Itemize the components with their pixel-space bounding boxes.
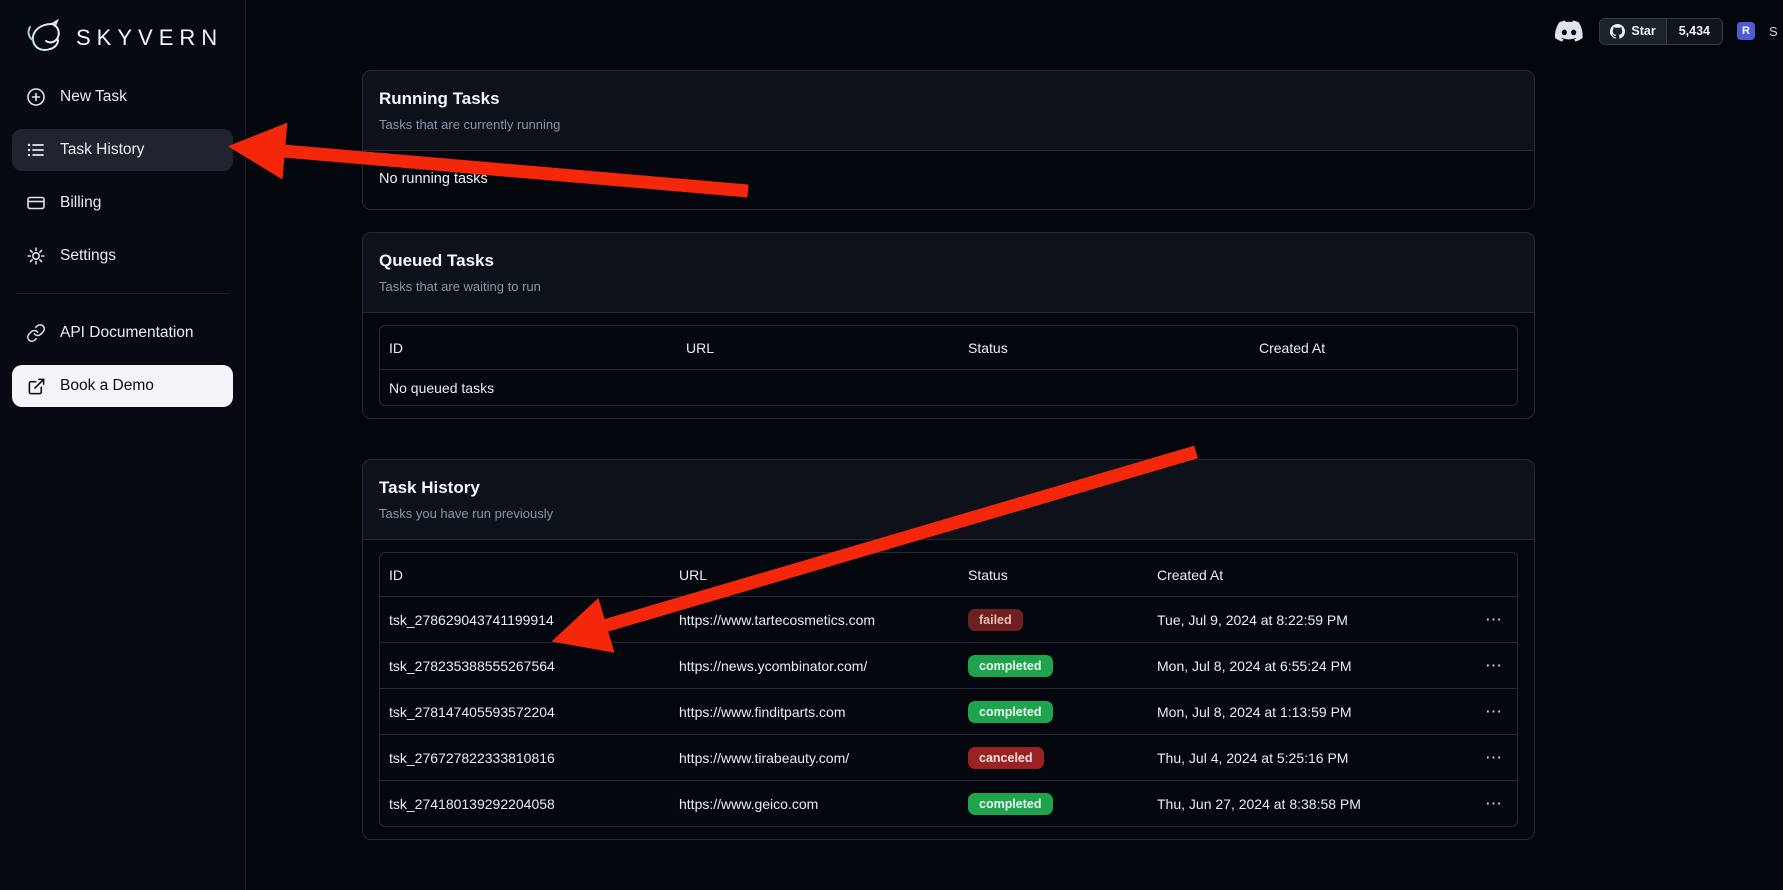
task-history-table: ID URL Status Created At tsk_27862904374… xyxy=(379,552,1518,827)
task-created-at: Mon, Jul 8, 2024 at 1:13:59 PM xyxy=(1148,704,1459,720)
card-subtitle: Tasks you have run previously xyxy=(379,506,1518,521)
sidebar-item-label: API Documentation xyxy=(60,324,194,342)
column-header-url: URL xyxy=(677,340,959,356)
running-tasks-header: Running Tasks Tasks that are currently r… xyxy=(363,71,1534,151)
status-badge: completed xyxy=(968,655,1053,677)
discord-icon[interactable] xyxy=(1555,20,1585,42)
task-created-at: Mon, Jul 8, 2024 at 6:55:24 PM xyxy=(1148,658,1459,674)
task-id: tsk_278147405593572204 xyxy=(380,704,670,720)
github-icon xyxy=(1610,24,1625,39)
gear-icon xyxy=(26,246,46,266)
queued-tasks-card: Queued Tasks Tasks that are waiting to r… xyxy=(362,232,1535,419)
running-tasks-card: Running Tasks Tasks that are currently r… xyxy=(362,70,1535,210)
table-row[interactable]: tsk_278629043741199914 https://www.tarte… xyxy=(380,596,1517,642)
sidebar-item-label: Task History xyxy=(60,141,144,159)
brand-logo: SKYVERN xyxy=(12,12,233,76)
row-actions-button[interactable]: ⋯ xyxy=(1485,657,1503,674)
task-id: tsk_274180139292204058 xyxy=(380,796,670,812)
row-actions-button[interactable]: ⋯ xyxy=(1485,703,1503,720)
sidebar-item-book-a-demo[interactable]: Book a Demo xyxy=(12,365,233,407)
sidebar-item-label: New Task xyxy=(60,88,127,106)
task-url: https://www.geico.com xyxy=(670,796,959,812)
column-header-status: Status xyxy=(959,567,1148,583)
external-link-icon xyxy=(26,376,46,396)
card-title: Queued Tasks xyxy=(379,251,1518,271)
column-header-id: ID xyxy=(380,567,670,583)
queued-tasks-header: Queued Tasks Tasks that are waiting to r… xyxy=(363,233,1534,313)
sidebar-divider xyxy=(16,293,229,294)
card-subtitle: Tasks that are waiting to run xyxy=(379,279,1518,294)
sidebar-item-api-documentation[interactable]: API Documentation xyxy=(12,312,233,354)
status-badge: failed xyxy=(968,609,1023,631)
github-star-label: Star xyxy=(1631,24,1655,38)
column-header-created-at: Created At xyxy=(1250,340,1517,356)
queued-empty-state: No queued tasks xyxy=(380,380,1517,396)
column-header-status: Status xyxy=(959,340,1250,356)
running-tasks-body: No running tasks xyxy=(363,151,1534,209)
app-window: SKYVERN New Task Task History xyxy=(0,0,1783,890)
task-created-at: Thu, Jun 27, 2024 at 8:38:58 PM xyxy=(1148,796,1459,812)
plus-circle-icon xyxy=(26,87,46,107)
task-id: tsk_278629043741199914 xyxy=(380,612,670,628)
queued-tasks-body: ID URL Status Created At No queued tasks xyxy=(363,313,1534,418)
sidebar-item-label: Settings xyxy=(60,247,116,265)
sidebar-item-settings[interactable]: Settings xyxy=(12,235,233,277)
task-url: https://www.tartecosmetics.com xyxy=(670,612,959,628)
user-avatar[interactable]: R xyxy=(1737,22,1755,40)
task-created-at: Thu, Jul 4, 2024 at 5:25:16 PM xyxy=(1148,750,1459,766)
table-header-row: ID URL Status Created At xyxy=(380,326,1517,369)
topbar: Star 5,434 R S xyxy=(246,14,1783,48)
sidebar-item-task-history[interactable]: Task History xyxy=(12,129,233,171)
status-badge: canceled xyxy=(968,747,1044,769)
status-badge: completed xyxy=(968,793,1053,815)
sidebar-item-new-task[interactable]: New Task xyxy=(12,76,233,118)
card-title: Task History xyxy=(379,478,1518,498)
task-url: https://www.tirabeauty.com/ xyxy=(670,750,959,766)
table-row[interactable]: tsk_276727822333810816 https://www.tirab… xyxy=(380,734,1517,780)
task-history-header: Task History Tasks you have run previous… xyxy=(363,460,1534,540)
task-history-body: ID URL Status Created At tsk_27862904374… xyxy=(363,540,1534,839)
list-icon xyxy=(26,140,46,160)
table-row[interactable]: tsk_278235388555267564 https://news.ycom… xyxy=(380,642,1517,688)
task-created-at: Tue, Jul 9, 2024 at 8:22:59 PM xyxy=(1148,612,1459,628)
column-header-url: URL xyxy=(670,567,959,583)
table-row[interactable]: tsk_278147405593572204 https://www.findi… xyxy=(380,688,1517,734)
card-subtitle: Tasks that are currently running xyxy=(379,117,1518,132)
queued-tasks-table: ID URL Status Created At No queued tasks xyxy=(379,325,1518,406)
link-icon xyxy=(26,323,46,343)
skyvern-dragon-icon xyxy=(22,18,66,58)
github-star-button[interactable]: Star 5,434 xyxy=(1599,18,1723,45)
sidebar-item-billing[interactable]: Billing xyxy=(12,182,233,224)
task-url: https://www.finditparts.com xyxy=(670,704,959,720)
sidebar-item-label: Book a Demo xyxy=(60,377,154,395)
status-badge: completed xyxy=(968,701,1053,723)
brand-name: SKYVERN xyxy=(76,25,223,51)
column-header-id: ID xyxy=(380,340,677,356)
row-actions-button[interactable]: ⋯ xyxy=(1485,611,1503,628)
credit-card-icon xyxy=(26,193,46,213)
task-id: tsk_278235388555267564 xyxy=(380,658,670,674)
table-row[interactable]: tsk_274180139292204058 https://www.geico… xyxy=(380,780,1517,826)
row-actions-button[interactable]: ⋯ xyxy=(1485,749,1503,766)
github-star-count: 5,434 xyxy=(1666,19,1722,44)
topbar-overflow-text: S xyxy=(1769,24,1783,39)
table-header-row: ID URL Status Created At xyxy=(380,553,1517,596)
sidebar: SKYVERN New Task Task History xyxy=(0,0,246,890)
row-actions-button[interactable]: ⋯ xyxy=(1485,795,1503,812)
queued-empty-row: No queued tasks xyxy=(380,369,1517,405)
task-id: tsk_276727822333810816 xyxy=(380,750,670,766)
task-url: https://news.ycombinator.com/ xyxy=(670,658,959,674)
task-history-card: Task History Tasks you have run previous… xyxy=(362,459,1535,840)
running-empty-state: No running tasks xyxy=(379,163,1518,197)
column-header-created-at: Created At xyxy=(1148,567,1459,583)
card-title: Running Tasks xyxy=(379,89,1518,109)
main-content: Running Tasks Tasks that are currently r… xyxy=(246,56,1783,890)
sidebar-item-label: Billing xyxy=(60,194,101,212)
